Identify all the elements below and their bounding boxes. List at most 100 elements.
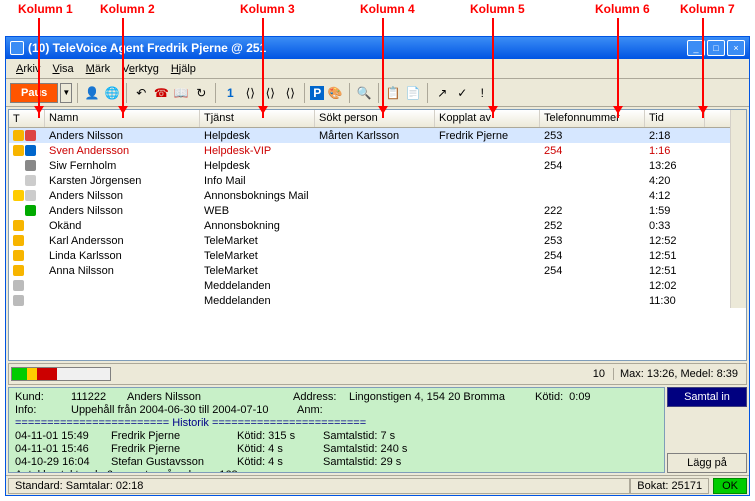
park-icon[interactable]: P <box>310 86 324 100</box>
table-row[interactable]: Anders NilssonAnnonsboknings Mail4:12 <box>9 188 730 203</box>
bracket3-icon[interactable]: ⟨⟩ <box>281 84 299 102</box>
cell-tel: 253 <box>540 235 645 247</box>
cell-tid: 4:20 <box>645 175 705 187</box>
menu-visa[interactable]: Visa <box>46 61 79 77</box>
bracket1-icon[interactable]: ⟨⟩ <box>241 84 259 102</box>
cell-namn: Siw Fernholm <box>45 160 200 172</box>
table-row[interactable]: Linda KarlssonTeleMarket25412:51 <box>9 248 730 263</box>
kotid-value: 0:09 <box>569 391 590 404</box>
menu-verktyg[interactable]: Verktyg <box>116 61 165 77</box>
col-tel[interactable]: Telefonnummer <box>540 110 645 127</box>
cell-tjanst: Meddelanden <box>200 295 315 307</box>
table-row[interactable]: Anders NilssonWEB2221:59 <box>9 203 730 218</box>
cell-tid: 11:30 <box>645 295 705 307</box>
statusbar: Standard: Samtalar: 02:18 Bokat: 25171 O… <box>6 475 749 495</box>
export-icon[interactable]: ↗ <box>433 84 451 102</box>
cell-namn: Anders Nilsson <box>45 205 200 217</box>
cell-tid: 13:26 <box>645 160 705 172</box>
pause-dropdown[interactable]: ▼ <box>60 83 72 103</box>
addr-value: Lingonstigen 4, 154 20 Bromma <box>349 391 529 404</box>
history-row: 04-10-29 16:04Stefan GustavssonKötid: 4 … <box>15 456 658 469</box>
lagg-pa-button[interactable]: Lägg på <box>667 453 747 473</box>
cell-namn: Anders Nilsson <box>45 190 200 202</box>
col-namn[interactable]: Namn <box>45 110 200 127</box>
pause-button[interactable]: Paus <box>10 83 58 103</box>
table-row[interactable]: Meddelanden12:02 <box>9 278 730 293</box>
table-row[interactable]: Karl AnderssonTeleMarket25312:52 <box>9 233 730 248</box>
agent-icon[interactable]: 👤 <box>83 84 101 102</box>
bracket2-icon[interactable]: ⟨⟩ <box>261 84 279 102</box>
table-row[interactable]: Siw FernholmHelpdesk25413:26 <box>9 158 730 173</box>
menu-arkiv[interactable]: Arkiv <box>10 61 46 77</box>
kotid-label: Kötid: <box>535 391 563 404</box>
titlebar[interactable]: (10) TeleVoice Agent Fredrik Pjerne @ 25… <box>6 37 749 59</box>
menu-mark[interactable]: Märk <box>80 61 116 77</box>
annot-5: Kolumn 5 <box>470 2 525 16</box>
table-row[interactable]: OkändAnnonsbokning2520:33 <box>9 218 730 233</box>
cell-tel: 254 <box>540 265 645 277</box>
col-t[interactable]: T <box>9 110 45 127</box>
col-tid[interactable]: Tid <box>645 110 705 127</box>
hangup-icon[interactable]: ☎ <box>152 84 170 102</box>
table-row[interactable]: Sven AnderssonHelpdesk-VIP2541:16 <box>9 143 730 158</box>
check-icon[interactable]: ✓ <box>453 84 471 102</box>
history-row: 04-11-01 15:49Fredrik PjerneKötid: 315 s… <box>15 430 658 443</box>
paste-icon[interactable]: 📄 <box>404 84 422 102</box>
cell-tid: 1:16 <box>645 145 705 157</box>
load-bar <box>11 367 111 381</box>
history-row: 04-11-01 15:46Fredrik PjerneKötid: 4 sSa… <box>15 443 658 456</box>
ok-button[interactable]: OK <box>713 478 747 494</box>
col-sokt[interactable]: Sökt person <box>315 110 435 127</box>
refresh-icon[interactable]: ↻ <box>192 84 210 102</box>
close-button[interactable]: × <box>727 40 745 56</box>
cell-tjanst: Helpdesk <box>200 130 315 142</box>
menubar: Arkiv Visa Märk Verktyg Hjälp <box>6 59 749 79</box>
book-icon[interactable]: 📖 <box>172 84 190 102</box>
i1-icon[interactable]: 1 <box>221 84 239 102</box>
cell-kopplat: Fredrik Pjerne <box>435 130 540 142</box>
list-body[interactable]: Anders NilssonHelpdeskMårten KarlssonFre… <box>9 128 730 308</box>
call-list: T Namn Tjänst Sökt person Kopplat av Tel… <box>8 109 747 361</box>
cell-namn: Anders Nilsson <box>45 130 200 142</box>
alert-icon[interactable]: ! <box>473 84 491 102</box>
search-icon[interactable]: 🔍 <box>355 84 373 102</box>
vertical-scrollbar[interactable] <box>730 110 746 308</box>
menu-hjalp[interactable]: Hjälp <box>165 61 202 77</box>
sb-standard: Standard: Samtalar: 02:18 <box>8 478 630 494</box>
copy-icon[interactable]: 📋 <box>384 84 402 102</box>
globe-icon[interactable]: 🌐 <box>103 84 121 102</box>
stat-line: 10 Max: 13:26, Medel: 8:39 <box>8 363 747 385</box>
samtal-in-button[interactable]: Samtal in <box>667 387 747 407</box>
cell-tjanst: WEB <box>200 205 315 217</box>
kund-label: Kund: <box>15 391 65 404</box>
cell-tid: 0:33 <box>645 220 705 232</box>
max-medel: Max: 13:26, Medel: 8:39 <box>613 368 744 380</box>
cell-tjanst: Info Mail <box>200 175 315 187</box>
cell-tel: 254 <box>540 160 645 172</box>
addr-label: Address: <box>293 391 343 404</box>
cell-tjanst: TeleMarket <box>200 235 315 247</box>
toolbar: Paus ▼ 👤 🌐 ↶ ☎ 📖 ↻ 1 ⟨⟩ ⟨⟩ ⟨⟩ P 🎨 🔍 📋 📄 … <box>6 79 749 107</box>
cell-tjanst: TeleMarket <box>200 250 315 262</box>
maximize-button[interactable]: □ <box>707 40 725 56</box>
queue-count: 10 <box>593 368 613 380</box>
col-tjanst[interactable]: Tjänst <box>200 110 315 127</box>
undo-icon[interactable]: ↶ <box>132 84 150 102</box>
table-row[interactable]: Anders NilssonHelpdeskMårten KarlssonFre… <box>9 128 730 143</box>
table-row[interactable]: Meddelanden 11:30 <box>9 293 730 308</box>
col-kopplat[interactable]: Kopplat av <box>435 110 540 127</box>
annot-6: Kolumn 6 <box>595 2 650 16</box>
info-text: Kund: 111222 Anders Nilsson Address: Lin… <box>8 387 665 473</box>
palette-icon[interactable]: 🎨 <box>326 84 344 102</box>
annotation-layer: Kolumn 1 Kolumn 2 Kolumn 3 Kolumn 4 Kolu… <box>0 0 755 36</box>
cell-tel: 253 <box>540 130 645 142</box>
cell-namn: Linda Karlsson <box>45 250 200 262</box>
sb-bokat: Bokat: 25171 <box>630 478 709 494</box>
minimize-button[interactable]: _ <box>687 40 705 56</box>
cell-tid: 12:52 <box>645 235 705 247</box>
app-icon <box>10 41 24 55</box>
table-row[interactable]: Anna NilssonTeleMarket25412:51 <box>9 263 730 278</box>
cell-tid: 12:51 <box>645 250 705 262</box>
info-label: Info: <box>15 404 65 417</box>
table-row[interactable]: Karsten JörgensenInfo Mail4:20 <box>9 173 730 188</box>
